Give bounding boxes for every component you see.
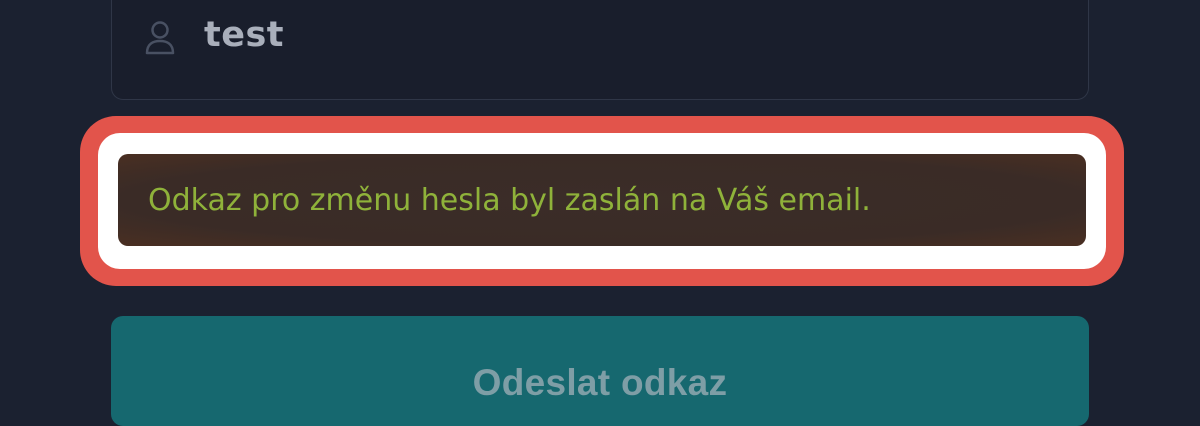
send-link-button-label: Odeslat odkaz (472, 362, 728, 403)
username-field[interactable]: test (111, 0, 1089, 100)
success-alert: Odkaz pro změnu hesla byl zaslán na Váš … (118, 154, 1086, 246)
alert-message: Odkaz pro změnu hesla byl zaslán na Váš … (148, 183, 871, 218)
send-link-button[interactable]: Odeslat odkaz (111, 316, 1089, 426)
user-icon (144, 20, 176, 56)
username-value: test (204, 15, 285, 55)
